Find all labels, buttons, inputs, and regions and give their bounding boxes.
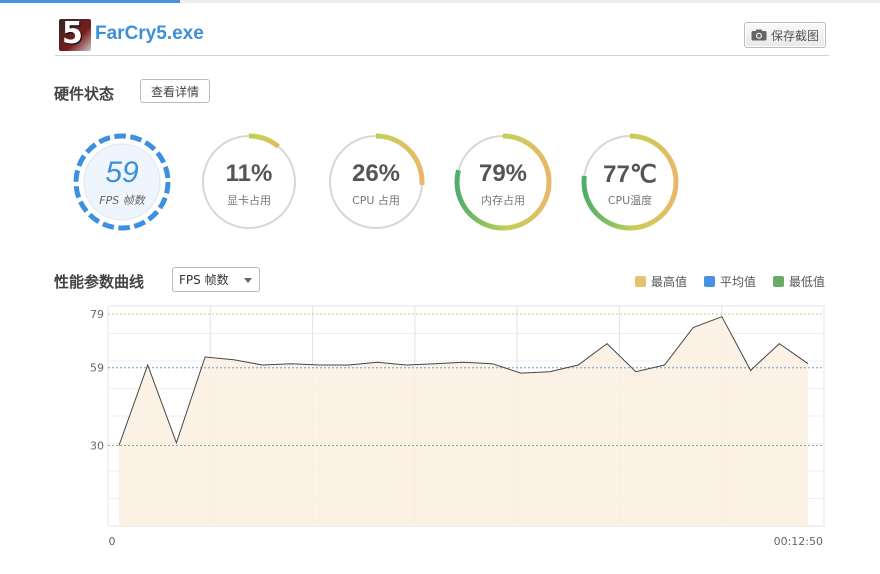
x-end-label: 00:12:50 <box>774 535 823 548</box>
fps-chart: 30 59 79 0 00:12:50 <box>90 305 825 548</box>
x-start-label: 0 <box>109 535 116 548</box>
fps-area <box>119 316 808 526</box>
y-tick-label: 79 <box>90 308 104 321</box>
y-tick-label: 30 <box>90 440 104 453</box>
y-tick-label: 59 <box>90 362 104 375</box>
